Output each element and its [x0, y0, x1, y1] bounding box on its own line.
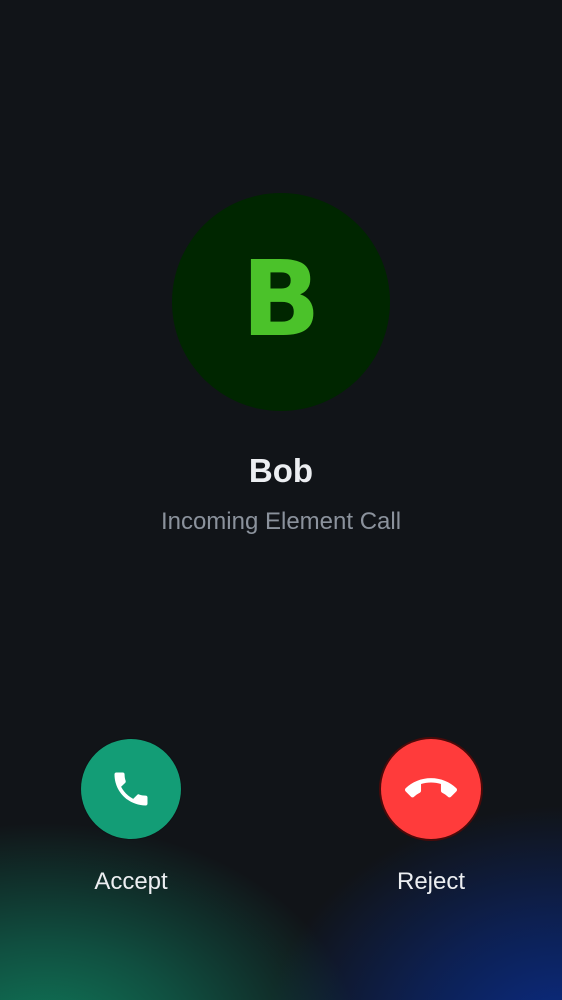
caller-name: Bob: [248, 452, 314, 489]
phone-icon: [109, 767, 153, 811]
phone-hangup-icon: [405, 763, 457, 815]
reject-action: Reject: [371, 739, 491, 897]
accept-label: Accept: [94, 868, 168, 895]
call-status: Incoming Element Call: [160, 508, 402, 535]
accept-button[interactable]: [81, 739, 181, 839]
avatar-initial: B: [241, 238, 321, 360]
caller-avatar: B: [172, 193, 390, 411]
reject-button[interactable]: [381, 739, 481, 839]
accept-action: Accept: [71, 739, 191, 897]
incoming-call-screen: B Bob Incoming Element Call Accept Rejec…: [0, 0, 562, 1000]
reject-label: Reject: [396, 868, 466, 895]
